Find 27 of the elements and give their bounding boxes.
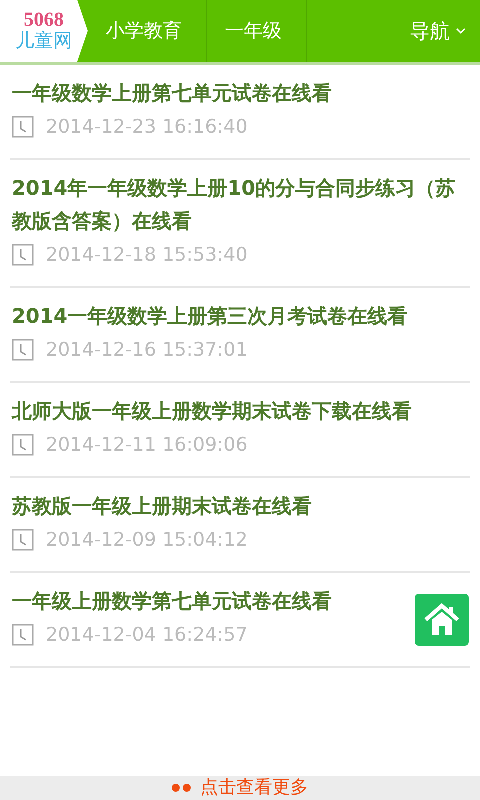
clock-icon xyxy=(12,529,34,551)
load-more-button[interactable]: 点击查看更多 xyxy=(0,776,480,800)
logo-number: 5068 xyxy=(24,10,64,30)
article-title[interactable]: 2014一年级数学上册第三次月考试卷在线看 xyxy=(12,300,408,333)
clock-icon xyxy=(12,116,34,138)
article-time: 2014-12-18 15:53:40 xyxy=(46,244,248,266)
article-time: 2014-12-16 15:37:01 xyxy=(46,339,248,361)
dots-icon xyxy=(172,784,190,792)
article-time: 2014-12-09 15:04:12 xyxy=(46,529,248,551)
home-icon xyxy=(424,603,460,637)
article-title[interactable]: 一年级上册数学第七单元试卷在线看 xyxy=(12,585,332,618)
caret-icon xyxy=(456,27,466,35)
article-time: 2014-12-11 16:09:06 xyxy=(46,434,248,456)
load-more-text: 点击查看更多 xyxy=(200,777,308,799)
clock-icon xyxy=(12,434,34,456)
article-time: 2014-12-04 16:24:57 xyxy=(46,624,248,646)
logo[interactable]: 5068 儿童网 xyxy=(0,0,88,62)
clock-icon xyxy=(12,244,34,266)
logo-name: 儿童网 xyxy=(16,30,72,52)
article-time: 2014-12-23 16:16:40 xyxy=(46,116,248,138)
clock-icon xyxy=(12,339,34,361)
article-title[interactable]: 一年级数学上册第七单元试卷在线看 xyxy=(12,77,332,110)
article-title[interactable]: 2014年一年级数学上册10的分与合同步练习（苏教版含答案）在线看 xyxy=(12,172,468,238)
clock-icon xyxy=(12,624,34,646)
home-button[interactable] xyxy=(415,594,469,646)
article-title[interactable]: 苏教版一年级上册期末试卷在线看 xyxy=(12,490,312,523)
article-title[interactable]: 北师大版一年级上册数学期末试卷下载在线看 xyxy=(12,395,412,428)
